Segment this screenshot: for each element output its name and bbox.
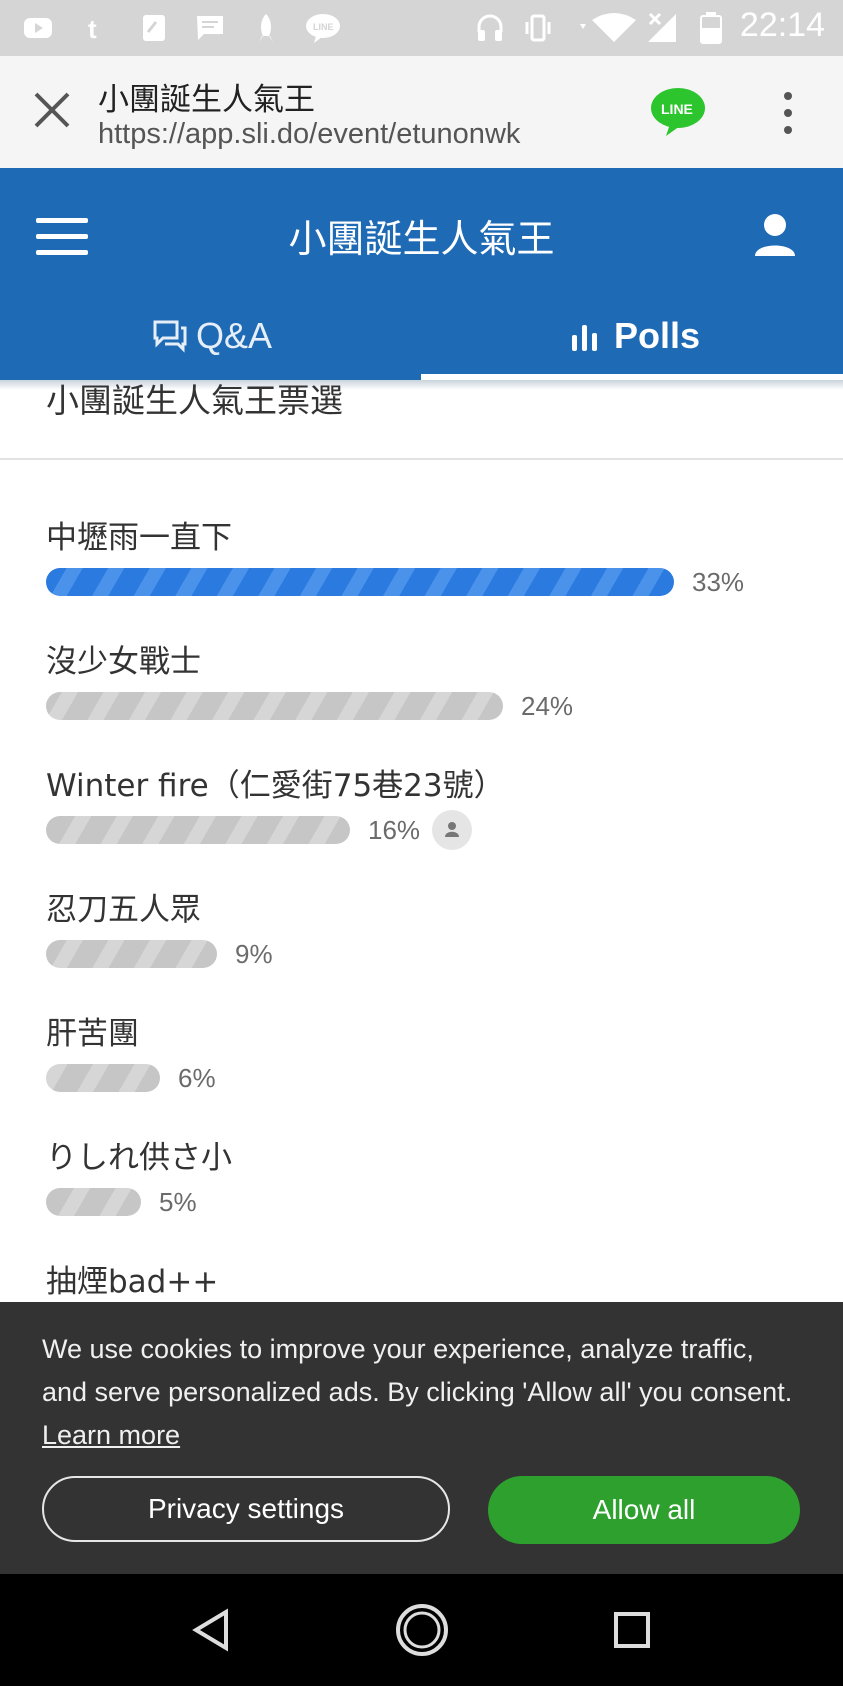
android-nav-bar	[0, 1574, 843, 1686]
tumblr-icon: t	[88, 14, 97, 44]
recents-icon[interactable]	[604, 1602, 660, 1658]
doc-icon	[143, 15, 165, 41]
message-icon	[197, 16, 223, 40]
bar-chart-icon	[572, 325, 597, 351]
app-header: 小團誕生人氣王 Q&A Polls	[0, 168, 843, 380]
poll-result-percent: 9%	[235, 939, 273, 969]
my-vote-avatar	[432, 810, 472, 850]
poll-option-label: 中壢雨一直下	[46, 520, 232, 556]
tab-qa-label: Q&A	[196, 315, 273, 356]
cookie-consent-banner: We use cookies to improve your experienc…	[0, 1302, 843, 1574]
user-profile-icon[interactable]	[752, 212, 798, 258]
poll-option-label: 抽煙bad++	[46, 1264, 219, 1300]
tab-qa[interactable]: Q&A	[152, 306, 272, 366]
signal-icon	[648, 12, 676, 42]
privacy-settings-button[interactable]: Privacy settings	[42, 1476, 450, 1542]
tab-polls-label: Polls	[614, 315, 701, 356]
tab-polls[interactable]: Polls	[570, 306, 700, 366]
rocket-icon	[259, 14, 273, 42]
browser-page-title: 小團誕生人氣王	[98, 82, 315, 118]
more-options-icon[interactable]	[778, 90, 798, 136]
line-share-icon[interactable]: LINE	[650, 86, 706, 138]
poll-option-label: 忍刀五人眾	[46, 892, 201, 928]
poll-option-label: Winter fire（仁愛街75巷23號）	[46, 768, 505, 804]
poll-option-label: 沒少女戰士	[46, 644, 201, 680]
poll-result-percent: 24%	[521, 691, 574, 721]
status-bar: t LINE 22:14	[0, 0, 843, 56]
svg-text:t: t	[88, 14, 97, 44]
vibrate-icon	[525, 14, 551, 42]
browser-toolbar: 小團誕生人氣王 https://app.sli.do/event/etunonw…	[0, 56, 843, 168]
chat-bubbles-icon	[153, 320, 187, 353]
poll-result-bar	[46, 940, 217, 968]
cookie-message: We use cookies to improve your experienc…	[42, 1328, 802, 1457]
svg-text:LINE: LINE	[661, 101, 693, 117]
person-icon	[445, 822, 459, 837]
browser-url[interactable]: https://app.sli.do/event/etunonwk	[98, 118, 520, 151]
learn-more-link[interactable]: Learn more	[42, 1420, 180, 1450]
close-icon[interactable]	[30, 88, 74, 132]
youtube-icon	[24, 18, 52, 38]
clock: 22:14	[739, 6, 825, 44]
headset-icon	[477, 14, 503, 41]
poll-result-percent: 5%	[159, 1187, 197, 1217]
allow-all-button[interactable]: Allow all	[488, 1476, 800, 1544]
poll-question: 小團誕生人氣王票選	[46, 381, 343, 420]
battery-icon	[700, 12, 722, 44]
event-title: 小團誕生人氣王	[288, 217, 555, 261]
poll-result-bar	[46, 1064, 160, 1092]
back-icon[interactable]	[184, 1602, 240, 1658]
wifi-icon	[580, 13, 636, 42]
line-icon: LINE	[306, 14, 340, 43]
svg-text:LINE: LINE	[313, 22, 334, 32]
poll-result-bar	[46, 1188, 141, 1216]
poll-result-bar	[46, 816, 350, 844]
poll-result-percent: 6%	[178, 1063, 216, 1093]
poll-result-percent: 16%	[368, 815, 421, 845]
home-icon[interactable]	[394, 1602, 450, 1658]
poll-result-percent: 33%	[692, 567, 745, 597]
poll-option-label: 肝苦團	[46, 1016, 139, 1052]
cookie-message-text: We use cookies to improve your experienc…	[42, 1334, 793, 1407]
poll-result-bar	[46, 692, 503, 720]
poll-result-bar	[46, 568, 674, 596]
poll-divider	[0, 458, 843, 460]
poll-option-label: りしれ供さ小	[46, 1140, 232, 1176]
